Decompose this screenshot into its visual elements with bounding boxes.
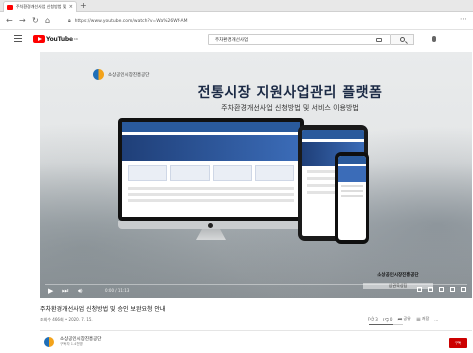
tab-close-icon[interactable]: × (69, 4, 73, 10)
thumbs-up-icon: 👍︎ (368, 315, 375, 323)
reload-icon[interactable]: ↻ (32, 15, 39, 26)
address-bar[interactable]: 🔒︎ https://www.youtube.com/watch?v=Wa%26… (68, 16, 440, 26)
miniplayer-icon[interactable] (439, 287, 444, 292)
youtube-play-icon (33, 35, 45, 43)
forward-icon[interactable]: → (19, 15, 26, 26)
more-actions-icon: … (434, 316, 439, 322)
url-text: https://www.youtube.com/watch?v=Wa%26Wf-… (74, 18, 188, 24)
video-frame-title: 전통시장 지원사업관리 플랫폼 (197, 85, 383, 101)
more-icon[interactable]: ⋯ (460, 15, 467, 23)
share-icon: ➦ (397, 315, 403, 323)
mic-icon[interactable] (432, 36, 436, 42)
subscriber-count: 구독자 1.4천명 (60, 342, 83, 346)
volume-icon[interactable]: 🔊︎ (78, 287, 82, 295)
autoplay-icon[interactable] (417, 287, 422, 292)
org-name: 소상공인시장진흥공단 (108, 72, 150, 78)
youtube-masthead: YouTube KR 주차환경개선사업 (0, 30, 473, 50)
progress-bar[interactable] (45, 284, 467, 285)
video-actions: 👍︎ 3 👎︎ 0 ➦ 공유 ≡ 저장 … (368, 316, 438, 322)
view-count-date: 조회수 466회 • 2020. 7. 15. (40, 317, 93, 322)
watermark-org: 소상공인시장진흥공단 (377, 273, 419, 278)
youtube-favicon-icon (7, 4, 13, 10)
home-icon[interactable]: ⌂ (45, 15, 50, 26)
dislike-button[interactable]: 👎︎ 0 (382, 315, 393, 323)
save-button[interactable]: ≡ 저장 (416, 316, 429, 322)
share-button[interactable]: ➦ 공유 (397, 316, 410, 322)
back-icon[interactable]: ← (6, 15, 13, 26)
thumbs-down-icon: 👎︎ (382, 315, 389, 323)
time-display: 0:00 / 11:13 (105, 288, 130, 293)
keyboard-icon[interactable] (376, 38, 382, 42)
channel-info[interactable]: 소상공인시장진흥공단 구독자 1.4천명 (44, 336, 101, 347)
like-ratio-fill (369, 324, 393, 325)
video-title: 주차환경개선사업 신청방법 및 승인 보완요청 안내 (40, 306, 166, 313)
search-query: 주차환경개선사업 (215, 37, 249, 43)
save-label: 저장 (421, 316, 430, 321)
playlist-add-icon: ≡ (415, 315, 421, 323)
youtube-logo[interactable]: YouTube KR (33, 35, 78, 43)
new-tab-button[interactable]: + (80, 1, 87, 10)
settings-icon[interactable] (428, 287, 433, 292)
org-logo: 소상공인시장진흥공단 (93, 69, 149, 80)
player-controls: ▶ ⏭︎ 🔊︎ 0:00 / 11:13 (40, 282, 472, 298)
org-emblem-icon (93, 69, 104, 80)
region-code: KR (73, 37, 78, 41)
tab-title: 주차환경개선사업 신청방법 및 (16, 4, 67, 9)
video-frame-subtitle: 주차환경개선사업 신청방법 및 서비스 이용방법 (221, 104, 359, 112)
fullscreen-icon[interactable] (461, 287, 466, 292)
search-button[interactable] (391, 34, 414, 45)
browser-tab-strip: 주차환경개선사업 신청방법 및 × + (0, 0, 473, 12)
monitor-illustration (118, 118, 304, 242)
video-player[interactable]: 소상공인시장진흥공단 전통시장 지원사업관리 플랫폼 주차환경개선사업 신청방법… (40, 52, 472, 298)
subscribe-button[interactable]: 구독 (449, 338, 467, 348)
like-count: 3 (375, 316, 378, 322)
menu-icon[interactable] (14, 35, 22, 42)
like-ratio-bar (369, 324, 403, 325)
browser-navbar: ← → ↻ ⌂ 🔒︎ https://www.youtube.com/watch… (0, 12, 473, 30)
channel-avatar[interactable] (44, 336, 54, 347)
more-actions-button[interactable]: … (434, 317, 438, 322)
next-icon[interactable]: ⏭︎ (62, 287, 68, 295)
theater-icon[interactable] (450, 287, 455, 292)
youtube-wordmark: YouTube (46, 35, 73, 43)
search-input[interactable]: 주차환경개선사업 (208, 34, 391, 45)
search-icon (399, 37, 405, 42)
lock-icon: 🔒︎ (68, 17, 71, 24)
share-label: 공유 (403, 316, 411, 321)
phone-illustration (335, 152, 369, 244)
dislike-count: 0 (389, 316, 393, 322)
divider (40, 330, 472, 331)
play-icon[interactable]: ▶ (48, 287, 53, 295)
like-button[interactable]: 👍︎ 3 (368, 315, 378, 323)
apple-logo-icon (208, 223, 213, 228)
browser-tab[interactable]: 주차환경개선사업 신청방법 및 × (3, 1, 77, 12)
